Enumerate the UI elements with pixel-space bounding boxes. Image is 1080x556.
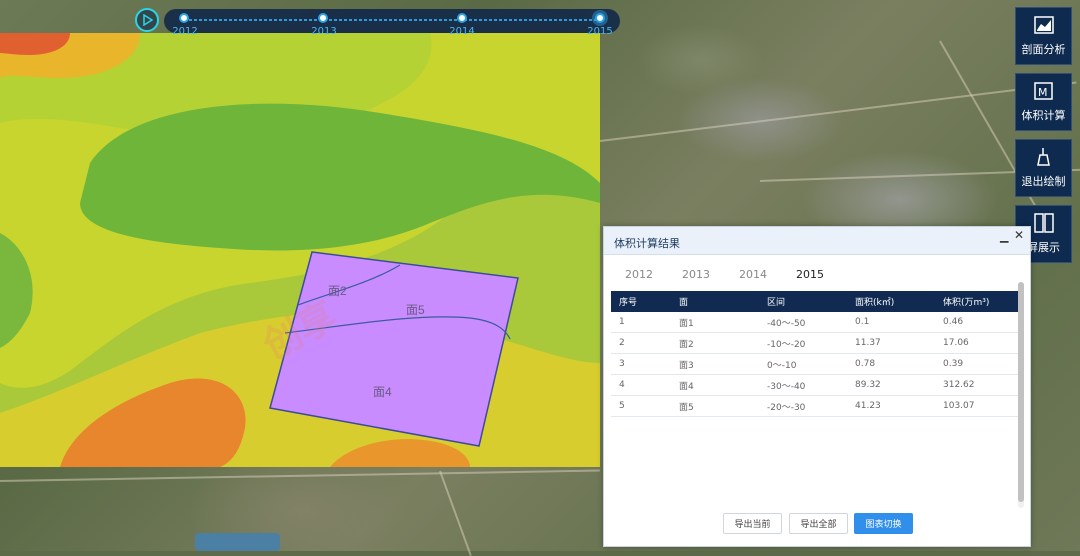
close-icon[interactable]: ✕ bbox=[1014, 228, 1024, 242]
dialog-header[interactable]: 体积计算结果 ▁ ✕ bbox=[604, 227, 1030, 255]
cell: 面5 bbox=[671, 395, 759, 417]
cell: 11.37 bbox=[847, 332, 935, 354]
cell: 面1 bbox=[671, 312, 759, 333]
svg-text:M: M bbox=[1038, 86, 1048, 99]
cell: -40～-50 bbox=[759, 312, 847, 333]
table-row[interactable]: 3 面3 0～-10 0.78 0.39 bbox=[611, 353, 1018, 375]
split-screen-label: 屏展示 bbox=[1027, 241, 1060, 254]
split-screen-icon bbox=[1033, 213, 1054, 233]
play-icon bbox=[143, 14, 153, 26]
col-header[interactable]: 区间 bbox=[759, 291, 847, 312]
table-row[interactable]: 2 面2 -10～-20 11.37 17.06 bbox=[611, 332, 1018, 354]
tab-2015[interactable]: 2015 bbox=[796, 268, 824, 281]
timeline-slider[interactable]: 2012 2013 2014 2015 bbox=[164, 9, 620, 37]
water-body bbox=[195, 533, 280, 551]
volume-calc-button[interactable]: M 体积计算 bbox=[1015, 73, 1072, 131]
section-analysis-button[interactable]: 剖面分析 bbox=[1015, 7, 1072, 65]
cell: 3 bbox=[611, 353, 671, 375]
cell: 面3 bbox=[671, 353, 759, 375]
cell: 5 bbox=[611, 395, 671, 417]
cell: 4 bbox=[611, 374, 671, 396]
play-button[interactable] bbox=[135, 8, 159, 32]
timeline-year-2013[interactable]: 2013 bbox=[311, 26, 336, 37]
timeline-node-2015[interactable] bbox=[595, 13, 605, 23]
cell: 17.06 bbox=[935, 332, 1018, 354]
result-table: 序号 面 区间 面积(k㎡) 体积(万m³) 1 面1 -40～-50 0.1 … bbox=[611, 291, 1018, 417]
tab-2013[interactable]: 2013 bbox=[682, 268, 710, 281]
timeline-year-2015[interactable]: 2015 bbox=[587, 26, 612, 37]
heatmap-overlay[interactable]: 面2 面5 面4 bbox=[0, 33, 600, 467]
cell: 0.78 bbox=[847, 353, 935, 375]
table-row[interactable]: 1 面1 -40～-50 0.1 0.46 bbox=[611, 312, 1018, 333]
scrollbar-thumb[interactable] bbox=[1018, 282, 1024, 502]
polygon-label-4: 面4 bbox=[373, 385, 392, 399]
section-analysis-label: 剖面分析 bbox=[1021, 43, 1066, 56]
volume-icon: M bbox=[1033, 82, 1053, 100]
cell: 0.1 bbox=[847, 312, 935, 333]
volume-calc-label: 体积计算 bbox=[1021, 109, 1066, 122]
tab-2012[interactable]: 2012 bbox=[625, 268, 653, 281]
cell: -30～-40 bbox=[759, 374, 847, 396]
cell: 0.46 bbox=[935, 312, 1018, 333]
cell: -10～-20 bbox=[759, 332, 847, 354]
table-row[interactable]: 5 面5 -20～-30 41.23 103.07 bbox=[611, 395, 1018, 417]
col-header[interactable]: 序号 bbox=[611, 291, 671, 312]
dialog-title: 体积计算结果 bbox=[614, 237, 680, 250]
cell: -20～-30 bbox=[759, 395, 847, 417]
timeline-node-2013[interactable] bbox=[318, 13, 328, 23]
cell: 面4 bbox=[671, 374, 759, 396]
tab-2014[interactable]: 2014 bbox=[739, 268, 767, 281]
polygon-label-5: 面5 bbox=[406, 303, 425, 317]
timeline-node-2014[interactable] bbox=[457, 13, 467, 23]
export-all-button[interactable]: 导出全部 bbox=[789, 513, 848, 534]
dialog-scrollbar[interactable] bbox=[1018, 282, 1024, 508]
cell: 103.07 bbox=[935, 395, 1018, 417]
year-tabs: 2012 2013 2014 2015 bbox=[625, 268, 853, 281]
export-current-button[interactable]: 导出当前 bbox=[723, 513, 782, 534]
table-header-row: 序号 面 区间 面积(k㎡) 体积(万m³) bbox=[611, 291, 1018, 312]
exit-draw-button[interactable]: 退出绘制 bbox=[1015, 139, 1072, 197]
volume-result-dialog: 体积计算结果 ▁ ✕ 2012 2013 2014 2015 序号 面 区间 面… bbox=[603, 226, 1031, 547]
polygon-label-2: 面2 bbox=[328, 284, 347, 298]
cell: 41.23 bbox=[847, 395, 935, 417]
broom-icon bbox=[1036, 148, 1050, 166]
timeline-track bbox=[184, 19, 600, 21]
cell: 89.32 bbox=[847, 374, 935, 396]
chart-icon bbox=[1033, 16, 1054, 34]
exit-draw-label: 退出绘制 bbox=[1021, 175, 1066, 188]
col-header[interactable]: 体积(万m³) bbox=[935, 291, 1018, 312]
timeline-node-2012[interactable] bbox=[179, 13, 189, 23]
cell: 2 bbox=[611, 332, 671, 354]
col-header[interactable]: 面 bbox=[671, 291, 759, 312]
minimize-icon[interactable]: ▁ bbox=[1000, 230, 1010, 243]
timeline-year-2014[interactable]: 2014 bbox=[449, 26, 474, 37]
timeline-year-2012[interactable]: 2012 bbox=[172, 26, 197, 37]
cell: 0～-10 bbox=[759, 353, 847, 375]
cell: 312.62 bbox=[935, 374, 1018, 396]
cell: 面2 bbox=[671, 332, 759, 354]
cell: 1 bbox=[611, 312, 671, 333]
toggle-chart-button[interactable]: 图表切换 bbox=[854, 513, 913, 534]
table-row[interactable]: 4 面4 -30～-40 89.32 312.62 bbox=[611, 374, 1018, 396]
col-header[interactable]: 面积(k㎡) bbox=[847, 291, 935, 312]
cell: 0.39 bbox=[935, 353, 1018, 375]
